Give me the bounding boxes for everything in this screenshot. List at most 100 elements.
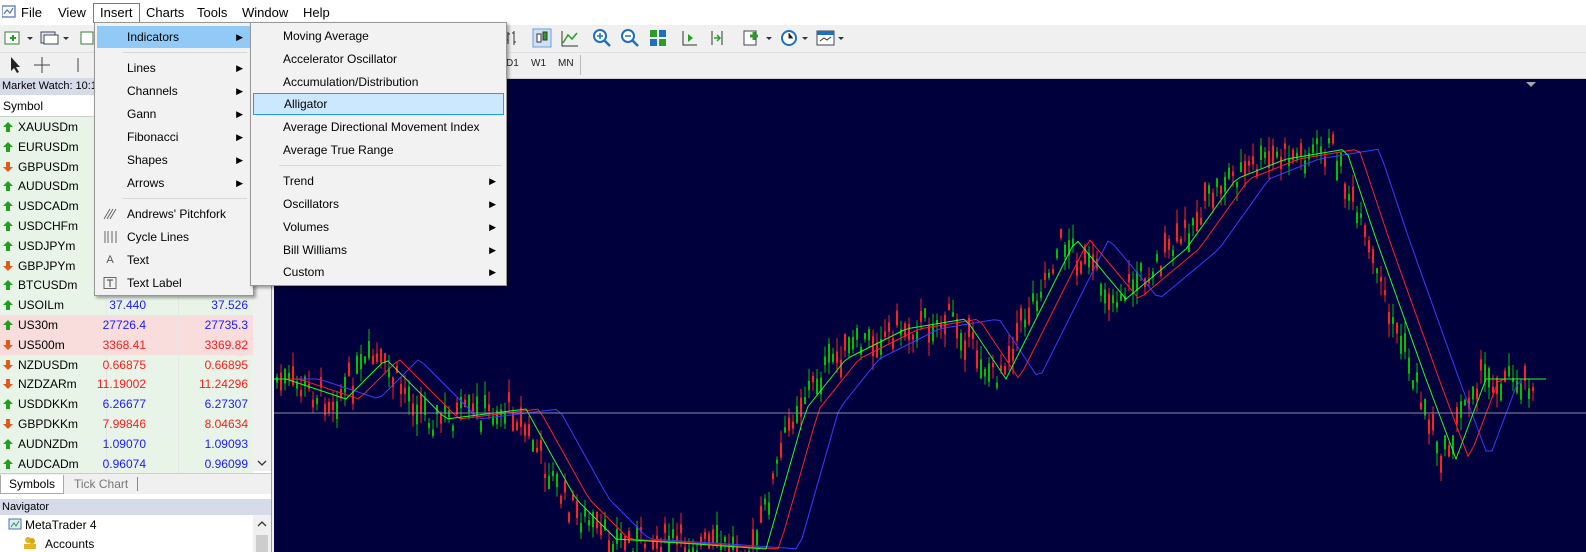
candle-body bbox=[1044, 273, 1046, 280]
symbol-row[interactable]: US500m 3368.41 3369.82 bbox=[0, 334, 253, 355]
candle-body bbox=[616, 528, 618, 544]
scroll-thumb[interactable] bbox=[256, 535, 268, 552]
indicators-bill-williams[interactable]: Bill Williams ▶ bbox=[253, 239, 504, 261]
menu-window[interactable]: Window bbox=[236, 4, 294, 22]
candle-body bbox=[960, 333, 962, 351]
timeframe-mn[interactable]: MN bbox=[558, 58, 574, 69]
candle-body bbox=[724, 536, 726, 542]
candle-body bbox=[1264, 151, 1266, 158]
insert-menu-shapes[interactable]: Shapes ▶ bbox=[97, 149, 251, 171]
symbol-row[interactable]: GBPDKKm 7.99846 8.04634 bbox=[0, 414, 253, 434]
candle-body bbox=[712, 529, 714, 543]
periods-clock-icon[interactable] bbox=[780, 28, 810, 48]
indicators-oscillators[interactable]: Oscillators ▶ bbox=[253, 193, 504, 215]
column-symbol[interactable]: Symbol bbox=[3, 99, 43, 113]
candle-body bbox=[1412, 380, 1414, 389]
indicator-accelerator-oscillator[interactable]: Accelerator Oscillator bbox=[253, 48, 504, 70]
candle-body bbox=[592, 512, 594, 528]
indicator-alligator[interactable]: Alligator bbox=[253, 93, 504, 115]
insert-menu-arrows[interactable]: Arrows ▶ bbox=[97, 172, 251, 194]
indicator-accumulation-distribution[interactable]: Accumulation/Distribution bbox=[253, 71, 504, 93]
menu-view[interactable]: View bbox=[52, 4, 92, 22]
candle-body bbox=[1276, 151, 1278, 158]
insert-menu-text-label[interactable]: Text Label bbox=[97, 272, 251, 294]
templates-icon[interactable] bbox=[816, 28, 846, 48]
insert-menu-text[interactable]: A Text bbox=[97, 249, 251, 271]
candle-body bbox=[980, 359, 982, 379]
symbol-row[interactable]: NZDUSDm 0.66875 0.66895 bbox=[0, 354, 253, 375]
indicator-admi[interactable]: Average Directional Movement Index bbox=[253, 116, 504, 138]
indicators-trend[interactable]: Trend ▶ bbox=[253, 170, 504, 192]
symbol-row[interactable]: AUDNZDm 1.09070 1.09093 bbox=[0, 433, 253, 454]
candle-body bbox=[1104, 289, 1106, 304]
insert-menu-channels[interactable]: Channels ▶ bbox=[97, 80, 251, 102]
candle-body bbox=[1004, 365, 1006, 375]
market-watch-icon[interactable] bbox=[80, 28, 94, 48]
indicators-list-icon[interactable] bbox=[742, 28, 774, 48]
candle-body bbox=[848, 337, 850, 354]
cursor-icon[interactable] bbox=[6, 55, 26, 75]
symbol-row[interactable]: USDDKKm 6.26677 6.27307 bbox=[0, 394, 253, 414]
menu-charts[interactable]: Charts bbox=[140, 4, 190, 22]
candle-body bbox=[580, 522, 582, 533]
ask-price: 0.96099 bbox=[204, 456, 248, 471]
insert-menu-fibonacci[interactable]: Fibonacci ▶ bbox=[97, 126, 251, 148]
menu-help[interactable]: Help bbox=[297, 4, 336, 22]
candle-body bbox=[484, 394, 486, 409]
candle-body bbox=[976, 350, 978, 369]
insert-menu-lines[interactable]: Lines ▶ bbox=[97, 57, 251, 79]
new-chart-icon[interactable] bbox=[4, 28, 34, 48]
timeframe-d1[interactable]: D1 bbox=[506, 58, 519, 69]
candle-body bbox=[812, 375, 814, 383]
symbol-row[interactable]: US30m 27726.4 27735.3 bbox=[0, 315, 253, 335]
candlestick-icon[interactable] bbox=[532, 28, 552, 48]
candle-body bbox=[1404, 333, 1406, 352]
insert-menu-andrews-pitchfork[interactable]: Andrews' Pitchfork bbox=[97, 203, 251, 225]
indicator-moving-average[interactable]: Moving Average bbox=[253, 25, 504, 47]
symbol-row[interactable]: NZDZARm 11.19002 11.24296 bbox=[0, 374, 253, 395]
symbol-name: US500m bbox=[18, 337, 65, 352]
symbol-name: NZDUSDm bbox=[18, 357, 78, 372]
indicators-volumes[interactable]: Volumes ▶ bbox=[253, 216, 504, 238]
menu-separator bbox=[279, 165, 501, 166]
indicator-average-true-range[interactable]: Average True Range bbox=[253, 139, 504, 161]
zoom-in-icon[interactable] bbox=[592, 28, 612, 48]
navigator-scrollbar[interactable] bbox=[253, 515, 271, 552]
crosshair-icon[interactable] bbox=[32, 55, 52, 75]
candle-body bbox=[760, 505, 762, 523]
profiles-icon[interactable] bbox=[40, 28, 70, 48]
arrow-down-icon bbox=[3, 419, 13, 429]
symbol-name: USDCHFm bbox=[18, 219, 78, 233]
auto-scroll-icon[interactable] bbox=[708, 28, 728, 48]
menu-tools[interactable]: Tools bbox=[191, 4, 233, 22]
scroll-up-icon[interactable] bbox=[256, 519, 268, 529]
menu-insert[interactable]: Insert bbox=[93, 3, 140, 23]
nav-item-metatrader[interactable]: MetaTrader 4 bbox=[25, 518, 97, 532]
tab-symbols[interactable]: Symbols bbox=[0, 475, 65, 494]
candle-body bbox=[1292, 149, 1294, 161]
insert-menu-indicators[interactable]: Indicators ▶ bbox=[97, 26, 251, 48]
indicators-custom[interactable]: Custom ▶ bbox=[253, 261, 504, 283]
zoom-out-icon[interactable] bbox=[620, 28, 640, 48]
arrow-down-icon bbox=[3, 339, 13, 350]
symbol-row[interactable]: USOILm 37.440 37.526 bbox=[0, 295, 253, 315]
line-chart-icon[interactable] bbox=[560, 28, 580, 48]
candle-body bbox=[584, 508, 586, 517]
bar-chart-icon[interactable] bbox=[504, 28, 524, 48]
symbol-row[interactable]: AUDCADm 0.96074 0.96099 bbox=[0, 453, 253, 474]
timeframe-w1[interactable]: W1 bbox=[531, 58, 546, 69]
menu-file[interactable]: File bbox=[15, 4, 48, 22]
chart-shift-icon[interactable] bbox=[680, 28, 700, 48]
insert-menu-gann[interactable]: Gann ▶ bbox=[97, 103, 251, 125]
tile-windows-icon[interactable] bbox=[648, 28, 668, 48]
candle-body bbox=[292, 366, 294, 386]
candle-body bbox=[288, 372, 290, 380]
candle-body bbox=[352, 385, 354, 404]
scroll-down-icon[interactable] bbox=[256, 458, 268, 468]
candle-body bbox=[1376, 268, 1378, 274]
insert-menu-cycle-lines[interactable]: Cycle Lines bbox=[97, 226, 251, 248]
tab-tick-chart[interactable]: Tick Chart bbox=[66, 475, 136, 493]
vertical-line-icon[interactable] bbox=[68, 55, 88, 75]
nav-item-accounts[interactable]: Accounts bbox=[45, 537, 94, 551]
candle-body bbox=[1236, 181, 1238, 188]
